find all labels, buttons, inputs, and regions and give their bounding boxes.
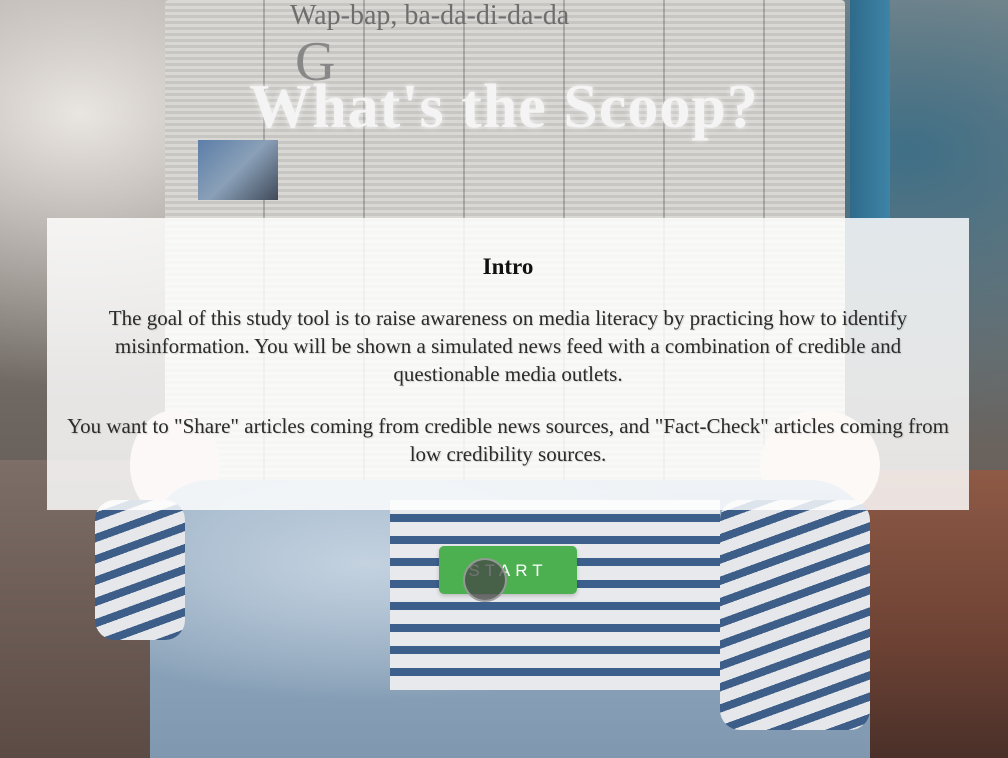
intro-paragraph-instructions: You want to "Share" articles coming from… xyxy=(67,414,949,466)
background-arm-right xyxy=(720,500,870,730)
intro-heading: Intro xyxy=(482,254,534,279)
newspaper-headline: Wap-bap, ba-da-di-da-da xyxy=(290,0,570,31)
page-title: What's the Scoop? xyxy=(249,73,759,141)
background-shirt xyxy=(390,500,720,690)
intro-paragraph-goal: The goal of this study tool is to raise … xyxy=(108,306,908,386)
newspaper-photo xyxy=(198,140,278,200)
intro-card: Intro The goal of this study tool is to … xyxy=(47,218,969,510)
start-button[interactable]: START xyxy=(439,546,577,594)
background-arm-left xyxy=(95,500,185,640)
